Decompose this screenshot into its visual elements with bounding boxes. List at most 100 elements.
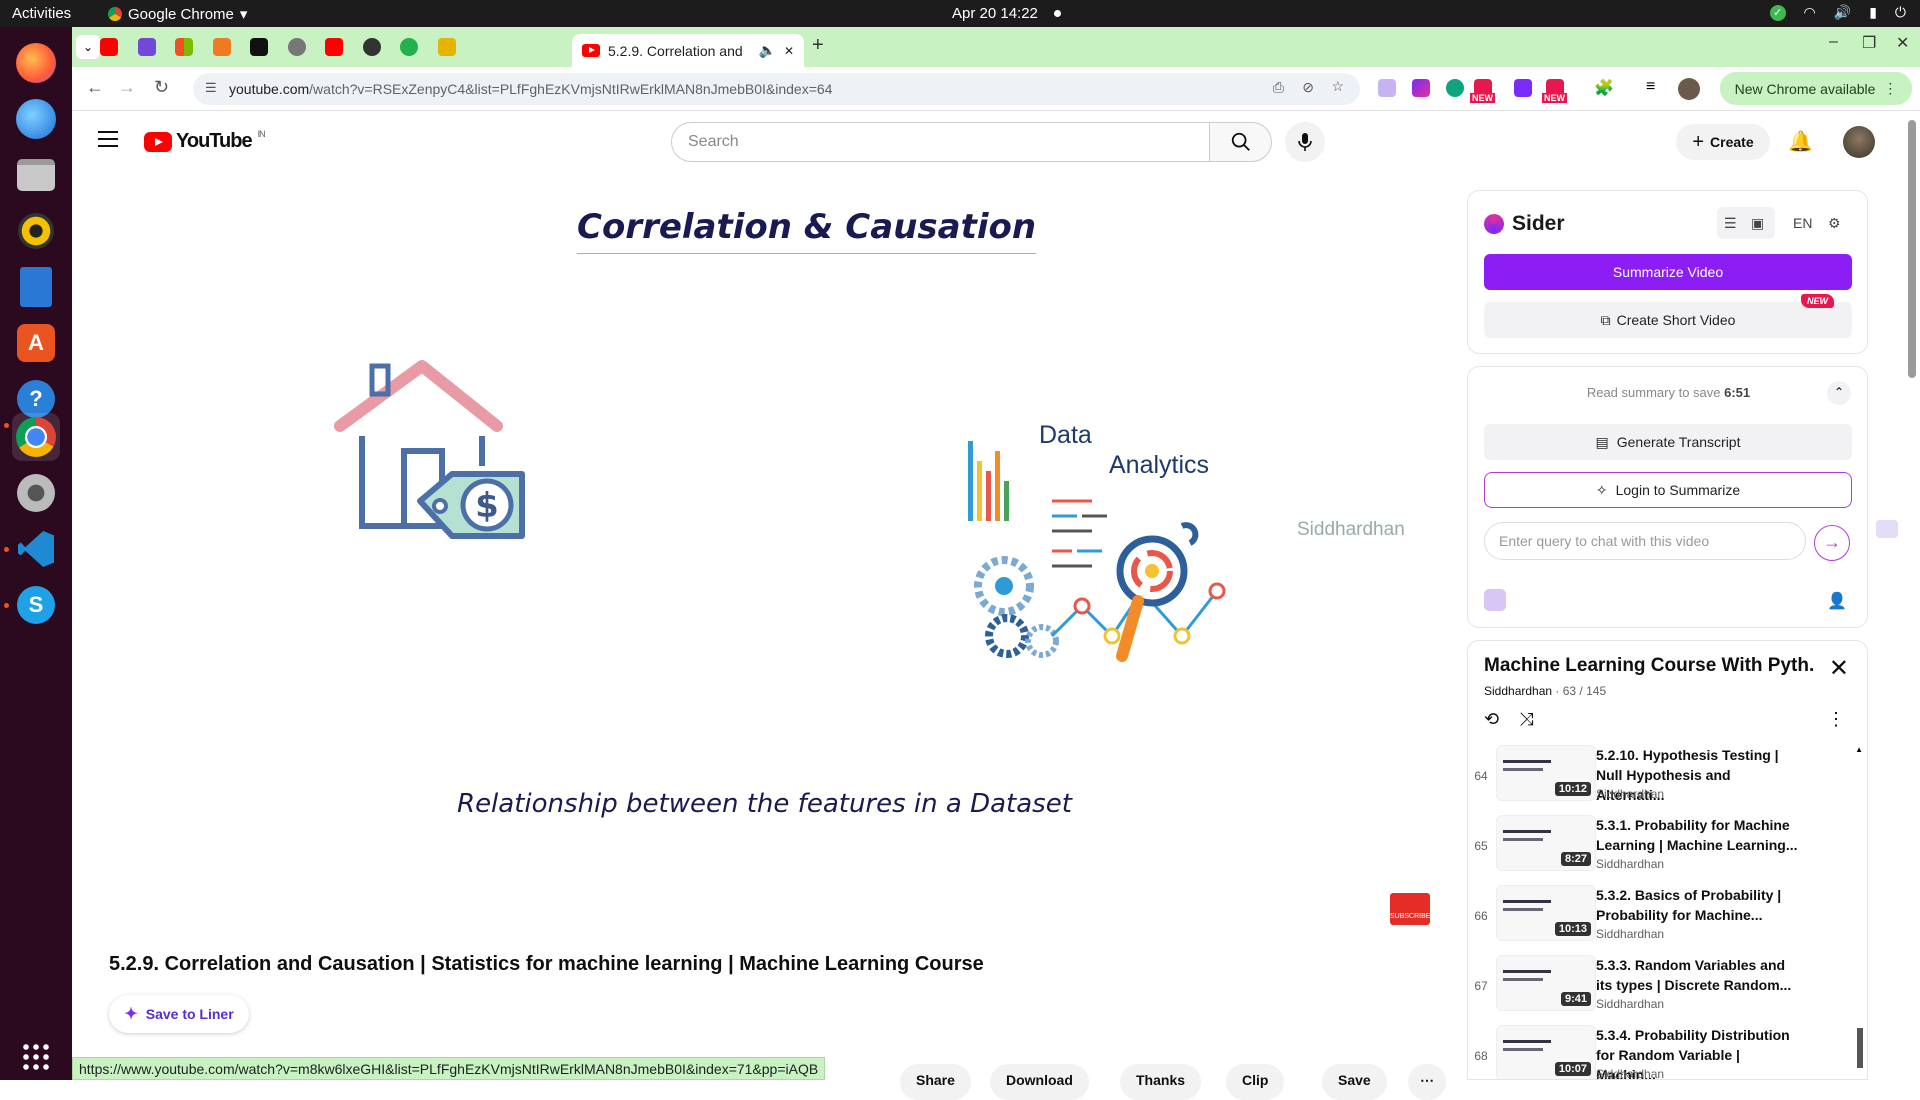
- thanks-button[interactable]: Thanks: [1120, 1064, 1202, 1100]
- tab-active[interactable]: 5.2.9. Correlation and 🔈 ✕: [572, 34, 804, 67]
- menu-icon[interactable]: [98, 131, 118, 147]
- profile-avatar[interactable]: [1678, 78, 1700, 100]
- sider-side-toggle-icon[interactable]: [1876, 520, 1898, 538]
- playlist-channel[interactable]: Siddhardhan: [1484, 684, 1552, 698]
- close-window-button[interactable]: ✕: [1896, 33, 1909, 53]
- playlist-title[interactable]: Machine Learning Course With Pyth...: [1484, 655, 1814, 677]
- shuffle-icon[interactable]: ⤨: [1519, 709, 1533, 730]
- create-button[interactable]: + Create: [1676, 124, 1770, 160]
- close-tab-icon[interactable]: ✕: [784, 44, 794, 58]
- account-avatar[interactable]: [1843, 126, 1875, 158]
- language-selector[interactable]: EN: [1793, 215, 1812, 231]
- files-icon[interactable]: [12, 151, 60, 199]
- tab-search-icon[interactable]: ⌄: [76, 35, 100, 59]
- search-input[interactable]: Search: [671, 122, 1210, 162]
- user-icon[interactable]: 👤: [1827, 591, 1847, 611]
- tab-aws[interactable]: [250, 38, 268, 56]
- subscribe-watermark-button[interactable]: SUBSCRIBE: [1390, 893, 1430, 925]
- youtube-logo[interactable]: YouTube IN: [144, 129, 266, 153]
- tab-openai[interactable]: [363, 38, 381, 56]
- media-controls-icon[interactable]: ≡: [1646, 78, 1655, 96]
- new-tab-button[interactable]: +: [812, 34, 824, 57]
- new-chrome-available-button[interactable]: New Chrome available ⋮: [1720, 72, 1912, 105]
- voice-search-button[interactable]: [1285, 122, 1325, 162]
- playlist-scrollbar[interactable]: [1857, 1028, 1863, 1068]
- thunderbird-icon[interactable]: [12, 95, 60, 143]
- chevron-up-icon[interactable]: ⌃: [1827, 381, 1851, 405]
- generate-transcript-button[interactable]: ▤ Generate Transcript: [1484, 424, 1852, 460]
- download-button[interactable]: Download: [990, 1064, 1089, 1100]
- create-short-video-button[interactable]: ⧉ Create Short Video NEW: [1484, 294, 1852, 338]
- tab-package[interactable]: [213, 38, 231, 56]
- notifications-bell-icon[interactable]: 🔔: [1788, 129, 1813, 154]
- card-view-icon[interactable]: ▣: [1751, 215, 1764, 232]
- page-scrollbar[interactable]: [1908, 120, 1916, 378]
- video-thumbnail[interactable]: 10:12: [1496, 745, 1596, 801]
- sider-mini-icon[interactable]: [1484, 589, 1506, 611]
- video-thumbnail[interactable]: 9:41: [1496, 955, 1596, 1011]
- site-info-icon[interactable]: ☰: [205, 80, 217, 96]
- clip-button[interactable]: Clip: [1226, 1064, 1285, 1100]
- chat-query-input[interactable]: Enter query to chat with this video: [1484, 522, 1806, 560]
- vscode-icon[interactable]: [12, 525, 60, 573]
- playlist-item[interactable]: 66 10:13 5.3.2. Basics of Probability | …: [1468, 885, 1858, 955]
- bookmark-star-icon[interactable]: ☆: [1331, 78, 1344, 95]
- video-player[interactable]: Correlation & Causation $ Data Analytics: [72, 171, 1452, 941]
- app-menu[interactable]: Google Chrome ▾: [108, 5, 247, 23]
- address-bar[interactable]: ☰ youtube.com/watch?v=RSExZenpyC4&list=P…: [193, 73, 1360, 105]
- login-to-summarize-button[interactable]: ✧ Login to Summarize: [1484, 472, 1852, 508]
- chatgpt-extension-icon[interactable]: [1446, 79, 1464, 97]
- forward-button[interactable]: →: [118, 77, 136, 98]
- app-grid-icon[interactable]: [12, 1033, 60, 1081]
- tab-docs[interactable]: [138, 38, 156, 56]
- system-tray[interactable]: ✓ ◠ 🔊 ▮ ⏻: [1769, 4, 1906, 21]
- tab-youtube-2[interactable]: [325, 38, 343, 56]
- back-button[interactable]: ←: [86, 77, 104, 98]
- settings-icon[interactable]: [12, 469, 60, 517]
- skype-icon[interactable]: S: [12, 581, 60, 629]
- minimize-button[interactable]: –: [1829, 33, 1838, 51]
- tab-microsoft[interactable]: [175, 38, 193, 56]
- tab-youtube-1[interactable]: [100, 38, 118, 56]
- tab-whatsapp[interactable]: [400, 38, 418, 56]
- clock[interactable]: Apr 20 14:22: [952, 5, 1038, 22]
- install-icon[interactable]: ⎙: [1273, 79, 1284, 96]
- activities-button[interactable]: Activities: [12, 5, 71, 22]
- extensions-puzzle-icon[interactable]: 🧩: [1594, 78, 1614, 98]
- search-button[interactable]: [1210, 122, 1272, 162]
- video-thumbnail[interactable]: 10:07: [1496, 1025, 1596, 1079]
- send-arrow-icon[interactable]: →: [1814, 525, 1850, 561]
- close-icon[interactable]: ✕: [1829, 654, 1849, 683]
- rhythmbox-icon[interactable]: [12, 207, 60, 255]
- playlist-item[interactable]: 65 8:27 5.3.1. Probability for Machine L…: [1468, 815, 1858, 885]
- ai-extension-icon[interactable]: [1514, 79, 1532, 97]
- item-title[interactable]: 5.3.2. Basics of Probability | Probabili…: [1596, 885, 1801, 925]
- item-title[interactable]: 5.3.3. Random Variables and its types | …: [1596, 955, 1801, 995]
- video-thumbnail[interactable]: 10:13: [1496, 885, 1596, 941]
- more-actions-button[interactable]: ⋯: [1408, 1064, 1446, 1100]
- loop-icon[interactable]: ⟲: [1484, 709, 1499, 730]
- chrome-dock-icon[interactable]: [12, 413, 60, 461]
- software-icon[interactable]: A: [12, 319, 60, 367]
- maximize-button[interactable]: ❐: [1862, 33, 1876, 53]
- audio-icon[interactable]: 🔈: [759, 42, 776, 59]
- share-button[interactable]: Share: [900, 1064, 971, 1100]
- tab-coursera[interactable]: [438, 38, 456, 56]
- eye-off-icon[interactable]: ⊘: [1302, 79, 1314, 96]
- tab-globe[interactable]: [288, 38, 306, 56]
- firefox-icon[interactable]: [12, 39, 60, 87]
- playlist-item[interactable]: 64 10:12 5.2.10. Hypothesis Testing | Nu…: [1468, 745, 1858, 815]
- playlist-item[interactable]: 68 10:07 5.3.4. Probability Distribution…: [1468, 1025, 1858, 1079]
- save-to-liner-button[interactable]: ✦ Save to Liner: [109, 995, 249, 1033]
- playlist-item[interactable]: 67 9:41 5.3.3. Random Variables and its …: [1468, 955, 1858, 1025]
- pen-extension-icon[interactable]: [1412, 79, 1430, 97]
- settings-icon[interactable]: ⚙: [1828, 215, 1841, 232]
- video-thumbnail[interactable]: 8:27: [1496, 815, 1596, 871]
- more-options-icon[interactable]: ⋮: [1827, 709, 1845, 730]
- writer-icon[interactable]: [12, 263, 60, 311]
- item-title[interactable]: 5.3.1. Probability for Machine Learning …: [1596, 815, 1801, 855]
- sider-extension-icon[interactable]: [1378, 79, 1396, 97]
- summarize-video-button[interactable]: Summarize Video: [1484, 254, 1852, 290]
- reload-button[interactable]: ↻: [154, 77, 169, 98]
- list-view-icon[interactable]: ☰: [1724, 215, 1737, 232]
